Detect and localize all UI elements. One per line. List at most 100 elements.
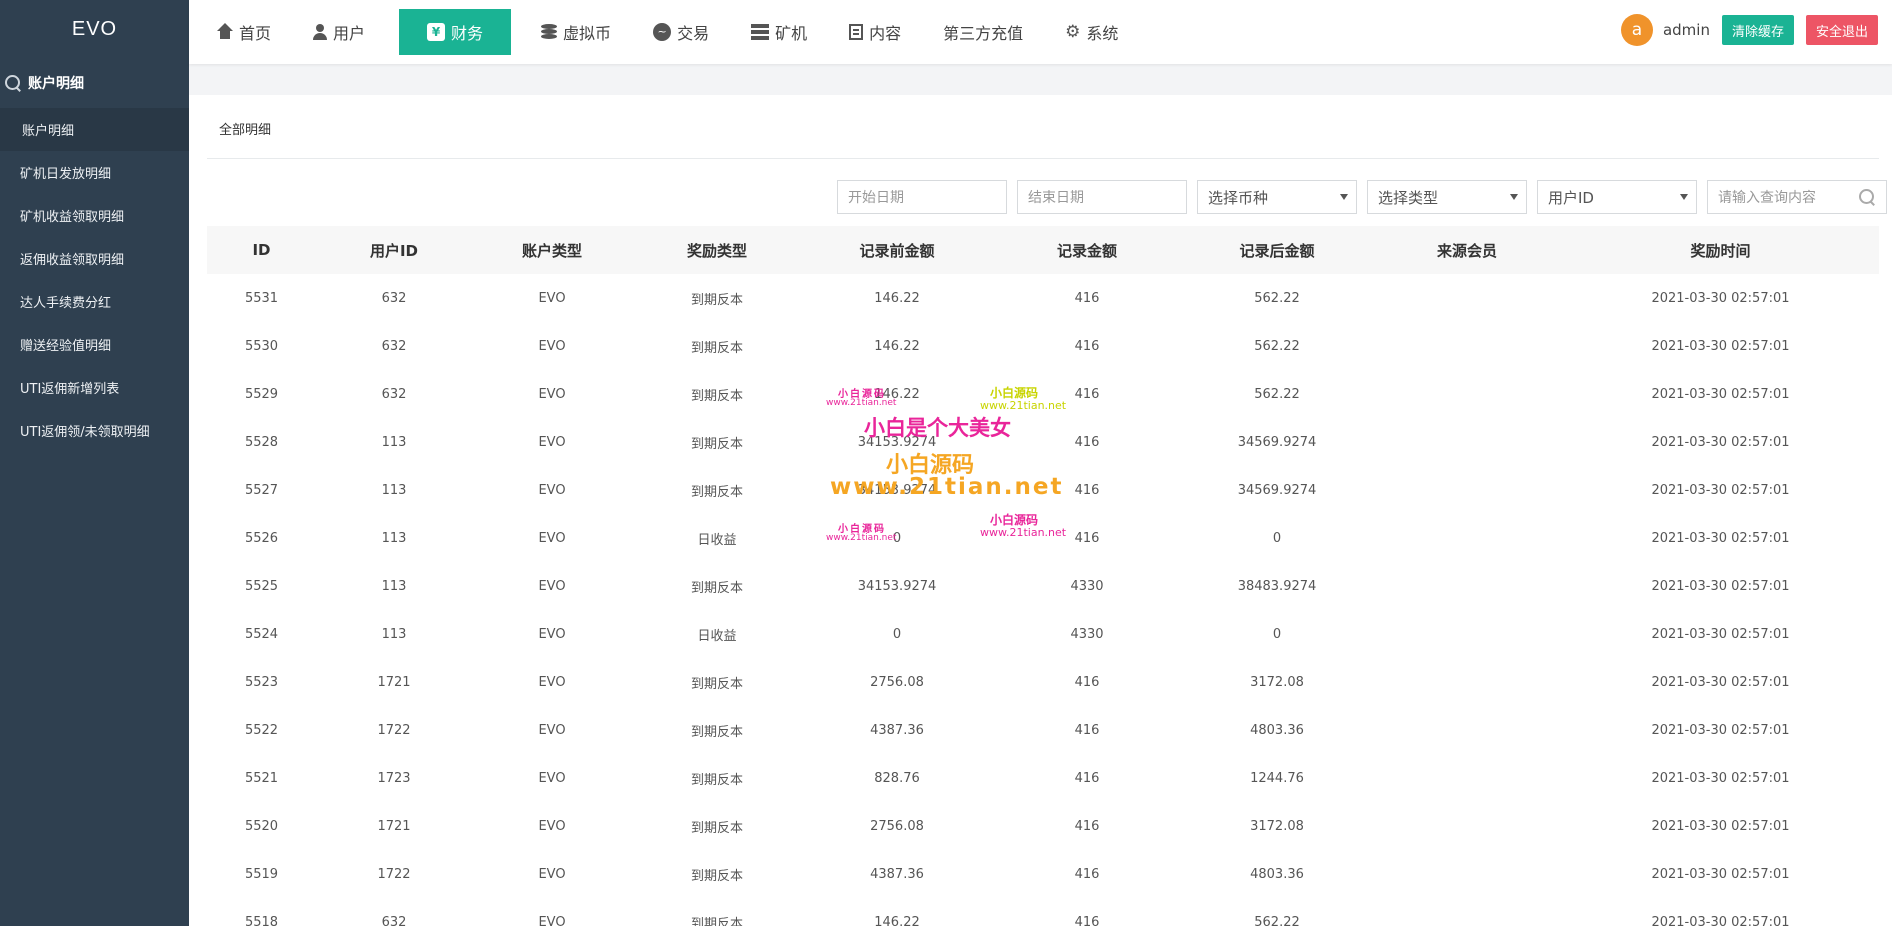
table-cell: 34153.9274 [857,578,937,594]
user-id-select[interactable]: 用户ID [1537,180,1697,214]
table-cell: EVO [472,898,632,926]
table-row[interactable]: 5525 113 EVO 到期反本 34153.9274 4330 38483.9274 20… [207,562,1879,610]
table-row[interactable]: 5518 632 EVO 到期反本 146.22 416 562.22 2021-03-30 … [207,898,1879,926]
nav-content[interactable]: 内容 [837,9,913,55]
sidebar-item-exp-gift[interactable]: 赠送经验值明细 [0,323,189,366]
brand-logo: EVO [71,17,118,40]
table-cell: 34569.9274 [1182,418,1372,466]
caret-down-icon [1510,194,1518,200]
column-header: ID [207,226,316,274]
sidebar-item-uti-rebate-claim[interactable]: UTI返佣领/未领取明细 [0,409,189,452]
nav-label: 第三方充值 [943,24,1024,43]
main-panel: 全部明细 开始日期 结束日期 选择币种 选择类型 用户ID 请输入查询内容 ID… [189,95,1892,926]
table-cell: 1722 [377,866,411,882]
nav-third-party[interactable]: 第三方充值 [931,9,1035,55]
search-placeholder: 请输入查询内容 [1718,190,1816,206]
table-cell [1372,466,1562,514]
table-cell: 日收益 [632,610,802,658]
sidebar-item-miner-daily[interactable]: 矿机日发放明细 [0,151,189,194]
table-cell: 34153.9274 [857,482,937,498]
type-select-value: 选择类型 [1378,188,1439,207]
sidebar-item-account-detail[interactable]: 账户明细 [0,108,189,151]
search-input[interactable]: 请输入查询内容 [1707,180,1887,214]
table-cell: 828.76 [874,770,920,786]
table-cell: 到期反本 [690,292,743,308]
table-cell: 5524 [207,610,316,658]
sidebar-item-uti-rebate-new[interactable]: UTI返佣新增列表 [0,366,189,409]
table-cell: 416 [992,418,1182,466]
table-cell: EVO [472,802,632,850]
table-cell: 146.22 [802,898,992,926]
nav-label: 交易 [677,24,710,43]
table-row[interactable]: 5521 1723 EVO 到期反本 828.76 416 1244.76 2021-03-3… [207,754,1879,802]
nav-system[interactable]: ⚙ 系统 [1053,9,1130,55]
table-cell: 4803.36 [1182,706,1372,754]
table-row[interactable]: 5531 632 EVO 到期反本 146.22 416 562.22 2021-03-30 … [207,274,1879,322]
table-cell: 1723 [377,770,411,786]
sidebar: EVO 账户明细 账户明细 矿机日发放明细 矿机收益领取明细 返佣收益领取明细 … [0,0,189,926]
table-cell: 5522 [207,706,316,754]
nav-label: 首页 [239,24,272,43]
table-cell: 3172.08 [1250,674,1304,690]
table-row[interactable]: 5523 1721 EVO 到期反本 2756.08 416 3172.08 2021-03-… [207,658,1879,706]
start-date-input[interactable]: 开始日期 [837,180,1007,214]
table-row[interactable]: 5530 632 EVO 到期反本 146.22 416 562.22 2021-03-30 … [207,322,1879,370]
table-cell: 5528 [207,418,316,466]
table-cell: 1244.76 [1250,770,1304,786]
search-icon[interactable] [1859,189,1876,206]
table-cell: 日收益 [632,514,802,562]
avatar[interactable]: a [1620,14,1653,46]
table-row[interactable]: 5528 113 EVO 到期反本 34153.9274 416 34569.9274 202… [207,418,1879,466]
table-cell: 416 [1074,770,1100,786]
table-cell [1372,562,1562,610]
table-row[interactable]: 5519 1722 EVO 到期反本 4387.36 416 4803.36 2021-03-… [207,850,1879,898]
currency-select[interactable]: 选择币种 [1197,180,1357,214]
table-row[interactable]: 5529 632 EVO 到期反本 146.22 416 562.22 2021-03-30 … [207,370,1879,418]
clear-cache-button[interactable]: 清除缓存 [1721,15,1794,45]
table-row[interactable]: 5527 113 EVO 到期反本 34153.9274 416 34569.9274 202… [207,466,1879,514]
table-cell: 2021-03-30 02:57:01 [1651,482,1790,498]
sidebar-item-fee-dividend[interactable]: 达人手续费分红 [0,280,189,323]
sidebar-item-miner-income[interactable]: 矿机收益领取明细 [0,194,189,237]
table-cell: EVO [538,674,566,690]
username[interactable]: admin [1663,21,1710,39]
table-cell: 到期反本 [690,676,743,692]
table-cell: 5523 [244,674,279,690]
nav-finance[interactable]: ¥ 财务 [399,9,512,55]
table-cell: 5525 [244,578,279,594]
table-cell: 2021-03-30 02:57:01 [1562,610,1879,658]
sidebar-section-account[interactable]: 账户明细 [0,58,189,108]
end-date-input[interactable]: 结束日期 [1017,180,1187,214]
table-cell: 2021-03-30 02:57:01 [1651,290,1790,306]
table-cell [1372,610,1562,658]
table-row[interactable]: 5522 1722 EVO 到期反本 4387.36 416 4803.36 2021-03-… [207,706,1879,754]
nav-miner[interactable]: 矿机 [739,9,819,55]
table-cell [1372,418,1562,466]
nav-trade[interactable]: ~ 交易 [641,9,721,55]
sidebar-item-rebate-income[interactable]: 返佣收益领取明细 [0,237,189,280]
table-row[interactable]: 5526 113 EVO 日收益 0 416 0 2021-03-30 02:57:01 [207,514,1879,562]
table-cell: 416 [1074,290,1100,306]
table-cell: 0 [802,610,992,658]
table-cell [1372,514,1562,562]
logout-button[interactable]: 安全退出 [1805,15,1878,45]
table-cell [1372,658,1562,706]
table-cell: 到期反本 [632,418,802,466]
table-cell: EVO [538,866,566,882]
column-header: 账户类型 [472,226,632,274]
table-cell: 632 [381,386,407,402]
table-header-row: ID 用户ID 账户类型 奖励类型 记录前金额 记录金额 记录后金额 来源会员 奖励时间 [207,226,1879,274]
table-cell: 34569.9274 [1237,482,1317,498]
nav-crypto[interactable]: 虚拟币 [529,9,623,55]
table-row[interactable]: 5520 1721 EVO 到期反本 2756.08 416 3172.08 2021-03-… [207,802,1879,850]
table-cell: EVO [538,770,566,786]
nav-home[interactable]: 首页 [205,9,283,55]
server-icon [751,24,770,40]
table-cell: 2021-03-30 02:57:01 [1562,898,1879,926]
divider [207,158,1879,159]
nav-user[interactable]: 用户 [301,9,377,55]
table-row[interactable]: 5524 113 EVO 日收益 0 4330 0 2021-03-30 02:57:01 [207,610,1879,658]
search-icon [4,74,22,92]
type-select[interactable]: 选择类型 [1367,180,1527,214]
table-cell: 2021-03-30 02:57:01 [1651,386,1790,402]
